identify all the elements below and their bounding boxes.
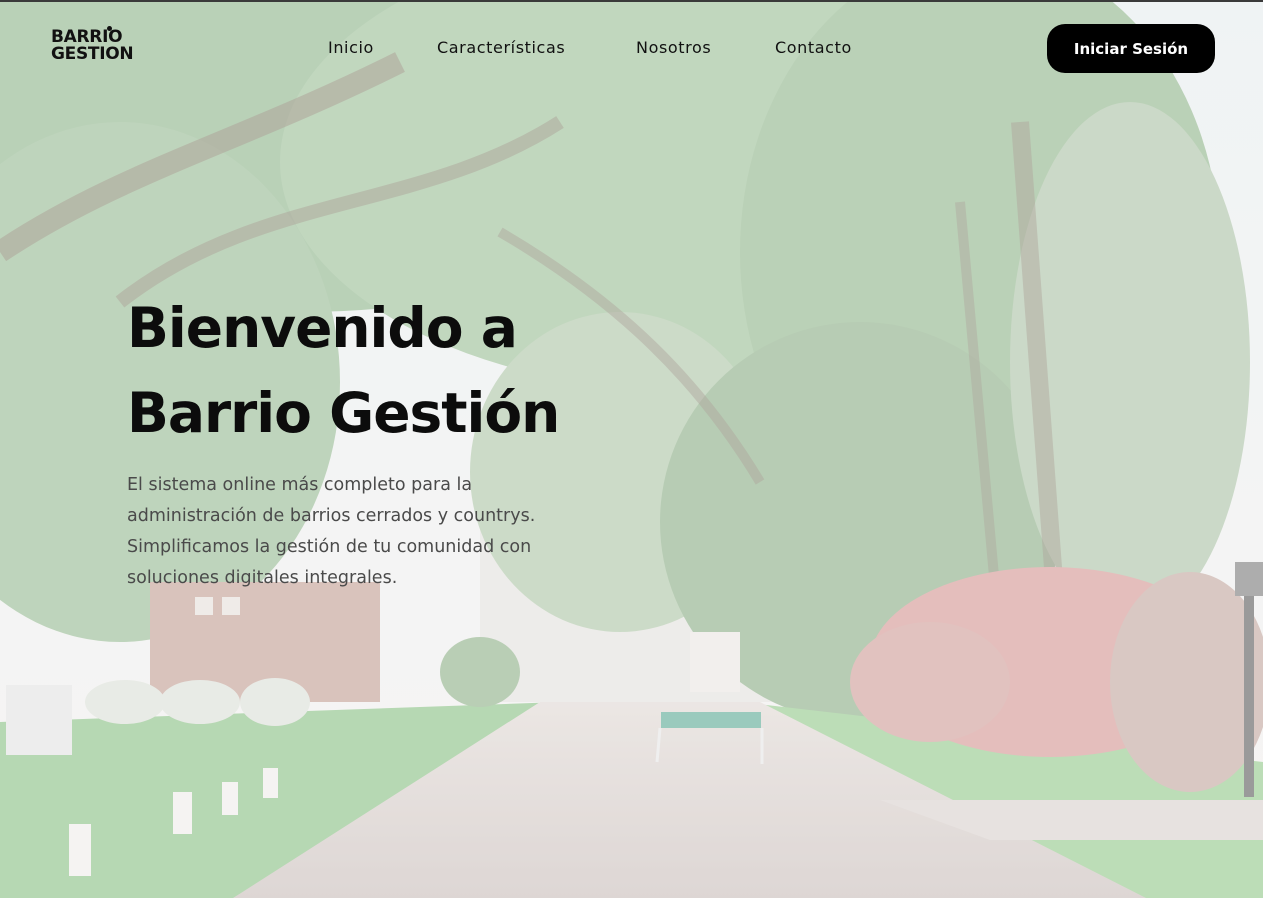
site-header: BARRIO GESTION Inicio Características No… [0, 2, 1263, 94]
hero-title-line-1: Bienvenido a [127, 296, 518, 360]
hero-title: Bienvenido a Barrio Gestión [127, 286, 827, 456]
brand-logo[interactable]: BARRIO GESTION [51, 26, 141, 64]
hero-title-line-2: Barrio Gestión [127, 381, 560, 445]
hero-description-line: El sistema online más completo para la [127, 475, 473, 495]
nav-link-inicio[interactable]: Inicio [328, 38, 374, 57]
landing-page: BARRIO GESTION Inicio Características No… [0, 0, 1263, 898]
nav-link-caracteristicas[interactable]: Características [437, 38, 565, 57]
hero-description-line: administración de barrios cerrados y cou… [127, 506, 536, 526]
hero-description-line: Simplificamos la gestión de tu comunidad… [127, 537, 532, 557]
hero-description: El sistema online más completo para la a… [127, 470, 597, 594]
nav-link-contacto[interactable]: Contacto [775, 38, 852, 57]
hero-description-line: soluciones digitales integrales. [127, 568, 398, 588]
logo-dot [107, 26, 112, 31]
nav-link-nosotros[interactable]: Nosotros [636, 38, 711, 57]
logo-text-bottom: GESTION [51, 44, 134, 64]
login-button[interactable]: Iniciar Sesión [1047, 24, 1215, 73]
